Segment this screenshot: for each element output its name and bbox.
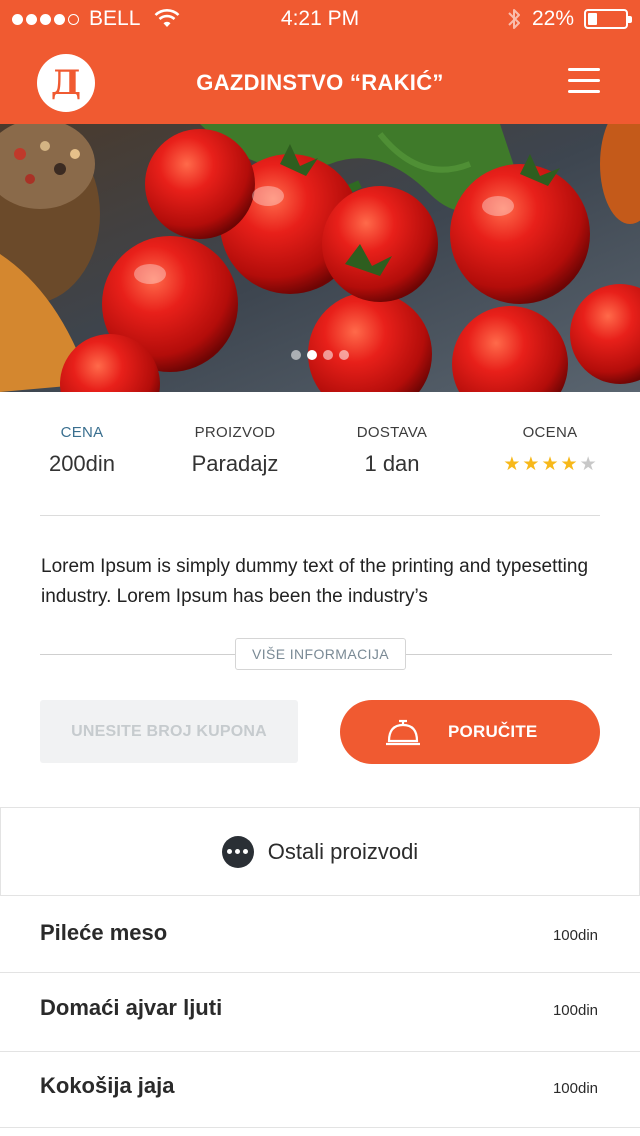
- carousel-pager[interactable]: [0, 350, 640, 360]
- status-right: 22%: [506, 7, 632, 31]
- list-item[interactable]: Domaći ajvar ljuti 100din: [0, 973, 640, 1052]
- star-empty-icon: ★: [579, 454, 597, 475]
- order-button-label: PORUČITE: [448, 722, 538, 741]
- hamburger-menu-icon[interactable]: [568, 68, 600, 94]
- product-name: Pileće meso: [40, 920, 168, 945]
- hero-carousel[interactable]: [0, 124, 640, 392]
- product-info: CENA 200din PROIZVOD Paradajz DOSTAVA 1 …: [0, 392, 640, 516]
- delivery-label: DOSTAVA: [356, 424, 428, 441]
- info-price: CENA 200din: [2, 424, 162, 477]
- info-product: PROIZVOD Paradajz: [155, 424, 315, 477]
- app-header: Д GAZDINSTVO “RAKIĆ”: [0, 40, 640, 124]
- page-title: GAZDINSTVO “RAKIĆ”: [196, 70, 444, 95]
- delivery-value: 1 dan: [364, 451, 420, 476]
- product-name: Kokošija jaja: [40, 1073, 175, 1098]
- other-products-header[interactable]: Ostali proizvodi: [0, 807, 640, 896]
- price-value: 200din: [48, 451, 116, 476]
- info-divider: [40, 515, 600, 516]
- product-value: Paradajz: [191, 451, 279, 476]
- bluetooth-icon: [508, 9, 520, 29]
- order-button[interactable]: PORUČITE: [340, 700, 600, 764]
- serving-bell-icon: [386, 719, 420, 746]
- rating-label: OCENA: [522, 424, 578, 441]
- product-label: PROIZVOD: [194, 424, 276, 441]
- price-label: CENA: [60, 424, 104, 441]
- battery-percent: 22%: [531, 7, 574, 30]
- status-bar: BELL 4:21 PM 22%: [0, 0, 640, 40]
- list-item[interactable]: Kokošija jaja 100din: [0, 1052, 640, 1128]
- pager-dot-active[interactable]: [307, 350, 317, 360]
- star-filled-icon: ★: [503, 454, 521, 475]
- coupon-input[interactable]: UNESITE BROJ KUPONA: [40, 700, 298, 763]
- pager-dot[interactable]: [339, 350, 349, 360]
- product-list: Pileće meso 100din Domaći ajvar ljuti 10…: [0, 896, 640, 1128]
- info-rating: OCENA ★ ★ ★ ★ ★: [470, 424, 630, 474]
- product-price: 100din: [552, 927, 598, 944]
- list-item[interactable]: Pileće meso 100din: [0, 896, 640, 973]
- more-info-button[interactable]: VIŠE INFORMACIJA: [235, 638, 406, 670]
- product-name: Domaći ajvar ljuti: [40, 995, 223, 1020]
- pager-dot[interactable]: [323, 350, 333, 360]
- pager-dot[interactable]: [291, 350, 301, 360]
- star-filled-icon: ★: [541, 454, 559, 475]
- other-products-label: Ostali proizvodi: [267, 838, 419, 864]
- more-dots-icon: [221, 835, 254, 868]
- product-description: Lorem Ipsum is simply dummy text of the …: [41, 556, 589, 607]
- product-price: 100din: [552, 1002, 598, 1019]
- star-filled-icon: ★: [560, 454, 578, 475]
- star-filled-icon: ★: [522, 454, 540, 475]
- info-delivery: DOSTAVA 1 dan: [312, 424, 472, 477]
- rating-stars: ★ ★ ★ ★ ★: [470, 455, 630, 474]
- battery-icon: [584, 9, 632, 29]
- product-price: 100din: [552, 1080, 598, 1097]
